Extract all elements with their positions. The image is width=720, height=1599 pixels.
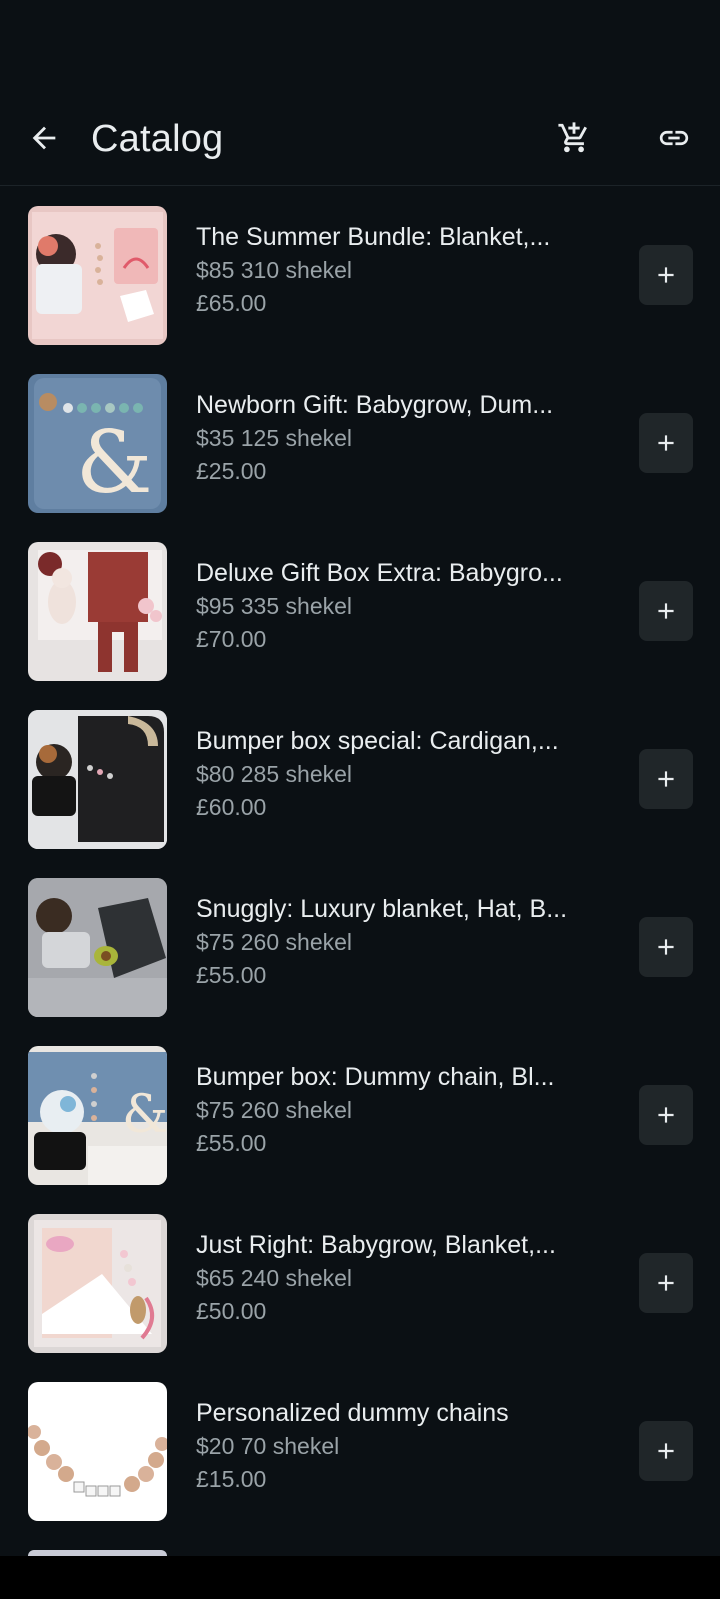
add-to-cart-button[interactable] [639,749,693,809]
catalog-item[interactable]: & Newborn Gift: Babygrow, Dum... $35 125… [0,354,720,522]
add-to-cart-button[interactable] [639,1421,693,1481]
add-to-cart-button[interactable] [639,581,693,641]
catalog-item[interactable]: Just Right: Babygrow, Blanket,... $65 24… [0,1194,720,1362]
item-name: Bumper box: Dummy chain, Bl... [196,1063,555,1091]
item-price: £50.00 [196,1298,267,1324]
item-name: Bumper box special: Cardigan,... [196,727,559,755]
plus-icon [658,771,674,787]
item-price: £55.00 [196,962,267,988]
svg-text:&: & [122,1085,167,1145]
product-thumbnail [28,710,167,849]
item-name: Deluxe Gift Box Extra: Babygro... [196,559,563,587]
item-description: $20 70 shekel [196,1433,340,1459]
back-button[interactable] [22,116,66,160]
plus-icon [658,939,674,955]
share-link-button[interactable] [652,116,696,160]
catalog-item[interactable]: Snuggly: Luxury blanket, Hat, B... $75 2… [0,858,720,1026]
app-bar: Catalog [0,96,720,186]
item-price: £25.00 [196,458,267,484]
item-name: The Summer Bundle: Blanket,... [196,223,551,251]
shopping-cart-icon [558,122,587,153]
item-price: £55.00 [196,1130,267,1156]
plus-icon [658,267,674,283]
status-bar [0,0,720,96]
product-thumbnail: & [28,374,167,513]
system-navigation-bar [0,1556,720,1599]
item-name: Personalized dummy chains [196,1399,509,1427]
product-thumbnail [28,878,167,1017]
product-thumbnail [28,1214,167,1353]
item-description: $85 310 shekel [196,257,353,283]
item-description: $35 125 shekel [196,425,353,451]
arrow-left-icon [32,126,56,150]
cart-button[interactable] [552,116,596,160]
item-description: $75 260 shekel [196,929,353,955]
item-description: $65 240 shekel [196,1265,353,1291]
plus-icon [658,1443,674,1459]
product-thumbnail [28,1382,167,1521]
catalog-item[interactable]: Deluxe Gift Box Extra: Babygro... $95 33… [0,522,720,690]
item-description: $80 285 shekel [196,761,353,787]
item-name: Newborn Gift: Babygrow, Dum... [196,391,554,419]
item-name: Snuggly: Luxury blanket, Hat, B... [196,895,568,923]
product-thumbnail [28,542,167,681]
svg-text:&: & [76,413,153,513]
plus-icon [658,1275,674,1291]
add-to-cart-button[interactable] [639,1085,693,1145]
catalog-item[interactable]: The Summer Bundle: Blanket,... $85 310 s… [0,186,720,354]
item-description: $95 335 shekel [196,593,353,619]
item-price: £70.00 [196,626,267,652]
link-icon [659,130,689,146]
item-price: £65.00 [196,290,267,316]
item-name: Just Right: Babygrow, Blanket,... [196,1231,556,1259]
product-thumbnail: & [28,1046,167,1185]
item-price: £15.00 [196,1466,267,1492]
add-to-cart-button[interactable] [639,413,693,473]
catalog-item[interactable]: Bumper box special: Cardigan,... $80 285… [0,690,720,858]
catalog-item[interactable]: & Bumper box: Dummy chain, Bl... $75 260… [0,1026,720,1194]
product-thumbnail [28,206,167,345]
add-to-cart-button[interactable] [639,917,693,977]
plus-icon [658,1107,674,1123]
catalog-item[interactable]: Personalized dummy chains $20 70 shekel … [0,1362,720,1530]
plus-icon [658,603,674,619]
add-to-cart-button[interactable] [639,1253,693,1313]
add-to-cart-button[interactable] [639,245,693,305]
item-price: £60.00 [196,794,267,820]
plus-icon [658,435,674,451]
page-title: Catalog [91,118,224,160]
catalog-list[interactable]: The Summer Bundle: Blanket,... $85 310 s… [0,186,720,1530]
item-description: $75 260 shekel [196,1097,353,1123]
